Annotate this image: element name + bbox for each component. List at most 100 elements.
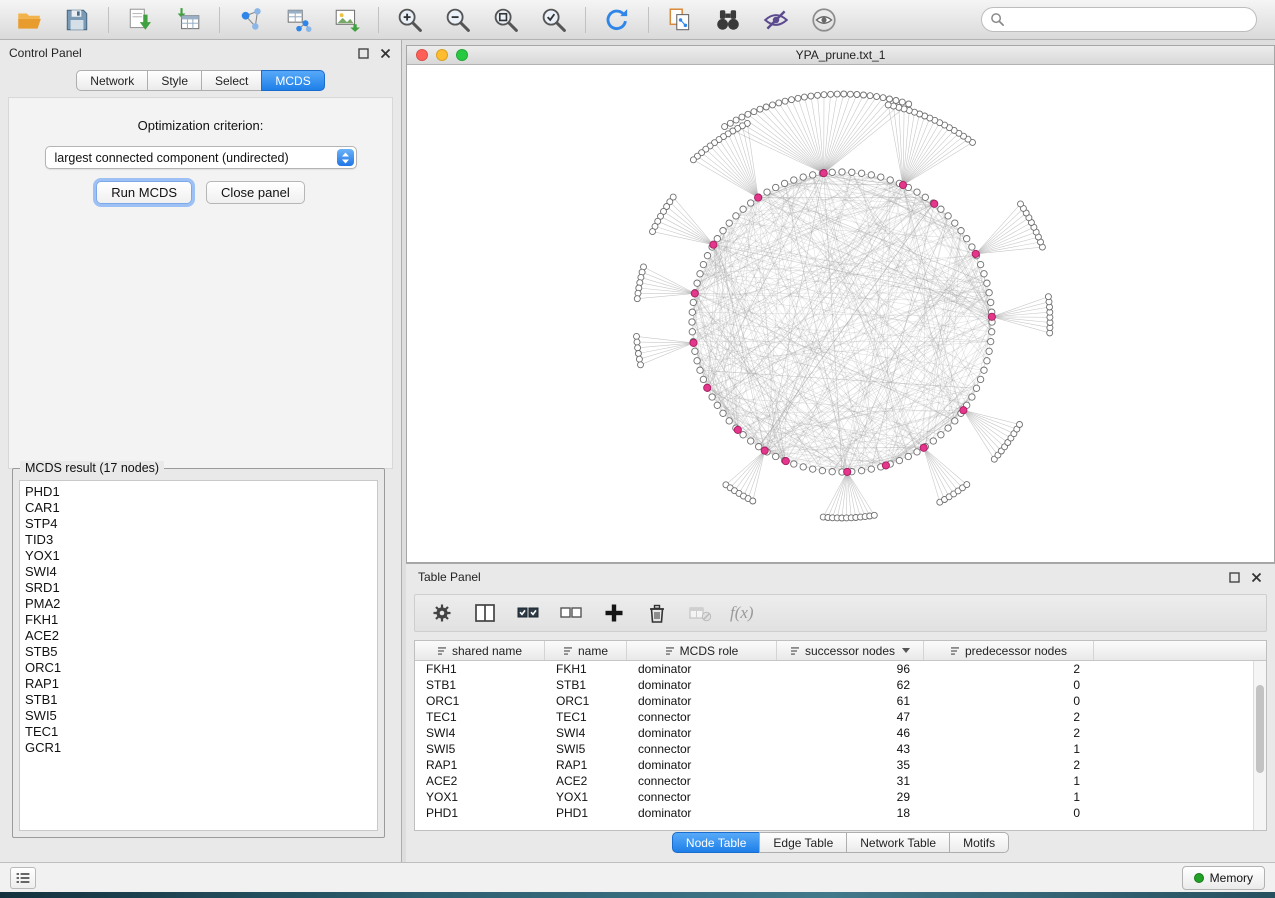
tab-edge-table[interactable]: Edge Table	[759, 832, 847, 853]
table-cell-shared_name: RAP1	[415, 758, 545, 772]
delete-column-button[interactable]	[644, 600, 670, 626]
export-image-button[interactable]	[330, 4, 364, 36]
mcds-result-item[interactable]: TID3	[25, 532, 372, 548]
close-panel-button[interactable]: Close panel	[206, 181, 305, 204]
table-cell-predecessors: 0	[924, 694, 1094, 708]
table-panel-title: Table Panel	[418, 570, 481, 584]
run-mcds-button[interactable]: Run MCDS	[96, 181, 192, 204]
mcds-result-item[interactable]: ORC1	[25, 660, 372, 676]
column-header-shared-name[interactable]: shared name	[415, 641, 545, 660]
table-cell-role: dominator	[627, 662, 777, 676]
mcds-result-item[interactable]: PMA2	[25, 596, 372, 612]
float-panel-icon[interactable]	[356, 46, 370, 60]
table-cell-successors: 29	[777, 790, 924, 804]
maximize-window-button[interactable]	[456, 49, 468, 61]
table-row[interactable]: PHD1PHD1dominator180	[415, 805, 1266, 821]
table-cell-successors: 96	[777, 662, 924, 676]
add-column-button[interactable]	[601, 600, 627, 626]
mcds-result-item[interactable]: STP4	[25, 516, 372, 532]
table-cell-successors: 43	[777, 742, 924, 756]
zoom-fit-button[interactable]	[489, 4, 523, 36]
table-row[interactable]: ACE2ACE2connector311	[415, 773, 1266, 789]
mcds-result-list[interactable]: PHD1CAR1STP4TID3YOX1SWI4SRD1PMA2FKH1ACE2…	[19, 480, 378, 831]
mcds-result-item[interactable]: SWI5	[25, 708, 372, 724]
table-row[interactable]: STB1STB1dominator620	[415, 677, 1266, 693]
table-cell-name: PHD1	[545, 806, 627, 820]
float-table-panel-icon[interactable]	[1227, 570, 1241, 584]
table-row[interactable]: RAP1RAP1dominator352	[415, 757, 1266, 773]
import-table-button[interactable]	[171, 4, 205, 36]
table-row[interactable]: ORC1ORC1dominator610	[415, 693, 1266, 709]
zoom-selected-button[interactable]	[537, 4, 571, 36]
mcds-result-item[interactable]: ACE2	[25, 628, 372, 644]
column-header-predecessor-nodes[interactable]: predecessor nodes	[924, 641, 1094, 660]
save-session-button[interactable]	[60, 4, 94, 36]
mcds-result-item[interactable]: PHD1	[25, 484, 372, 500]
criterion-dropdown[interactable]: largest connected component (undirected)	[45, 146, 357, 169]
open-session-button[interactable]	[12, 4, 46, 36]
table-cell-name: FKH1	[545, 662, 627, 676]
right-column: YPA_prune.txt_1 Table Panel	[406, 40, 1275, 862]
table-cell-predecessors: 1	[924, 742, 1094, 756]
deselect-all-rows-button[interactable]	[558, 600, 584, 626]
mcds-result-item[interactable]: TEC1	[25, 724, 372, 740]
copy-network-button[interactable]	[663, 4, 697, 36]
table-row[interactable]: TEC1TEC1connector472	[415, 709, 1266, 725]
mcds-result-item[interactable]: YOX1	[25, 548, 372, 564]
table-row[interactable]: SWI5SWI5connector431	[415, 741, 1266, 757]
hide-graphics-button[interactable]	[759, 4, 793, 36]
show-graphics-button[interactable]	[807, 4, 841, 36]
import-network-button[interactable]	[123, 4, 157, 36]
network-from-table-button[interactable]	[282, 4, 316, 36]
table-settings-button[interactable]	[429, 600, 455, 626]
search-network-button[interactable]	[711, 4, 745, 36]
tab-select[interactable]: Select	[201, 70, 262, 91]
mcds-result-item[interactable]: GCR1	[25, 740, 372, 756]
zoom-in-button[interactable]	[393, 4, 427, 36]
table-cell-name: YOX1	[545, 790, 627, 804]
table-cell-role: dominator	[627, 806, 777, 820]
scrollbar-thumb[interactable]	[1256, 685, 1264, 773]
close-table-panel-icon[interactable]	[1249, 570, 1263, 584]
column-label: MCDS role	[680, 644, 739, 658]
select-all-rows-button[interactable]	[515, 600, 541, 626]
tab-node-table[interactable]: Node Table	[672, 832, 761, 853]
show-panels-button[interactable]	[10, 867, 36, 889]
new-network-button[interactable]	[234, 4, 268, 36]
tab-motifs[interactable]: Motifs	[949, 832, 1009, 853]
mcds-result-item[interactable]: CAR1	[25, 500, 372, 516]
memory-button[interactable]: Memory	[1182, 866, 1265, 890]
mcds-result-item[interactable]: FKH1	[25, 612, 372, 628]
tab-style[interactable]: Style	[147, 70, 202, 91]
table-toolbar: f(x)	[414, 594, 1267, 632]
table-row[interactable]: FKH1FKH1dominator962	[415, 661, 1266, 677]
column-header-mcds-role[interactable]: MCDS role	[627, 641, 777, 660]
table-scrollbar[interactable]	[1253, 661, 1266, 830]
table-cell-predecessors: 2	[924, 662, 1094, 676]
table-row[interactable]: SWI4SWI4dominator462	[415, 725, 1266, 741]
table-cell-predecessors: 0	[924, 806, 1094, 820]
close-panel-icon[interactable]	[378, 46, 392, 60]
mcds-result-item[interactable]: SRD1	[25, 580, 372, 596]
table-cell-name: ACE2	[545, 774, 627, 788]
minimize-window-button[interactable]	[436, 49, 448, 61]
refresh-layout-button[interactable]	[600, 4, 634, 36]
close-window-button[interactable]	[416, 49, 428, 61]
mcds-result-item[interactable]: STB1	[25, 692, 372, 708]
tab-mcds[interactable]: MCDS	[261, 70, 324, 91]
search-input[interactable]	[981, 7, 1257, 32]
deselect-all-icon	[559, 602, 583, 624]
mcds-result-item[interactable]: SWI4	[25, 564, 372, 580]
mcds-result-item[interactable]: STB5	[25, 644, 372, 660]
table-row[interactable]: YOX1YOX1connector291	[415, 789, 1266, 805]
zoom-in-icon	[395, 5, 425, 35]
zoom-out-button[interactable]	[441, 4, 475, 36]
table-cell-predecessors: 2	[924, 758, 1094, 772]
column-header-name[interactable]: name	[545, 641, 627, 660]
tab-network-table[interactable]: Network Table	[846, 832, 950, 853]
show-columns-button[interactable]	[472, 600, 498, 626]
network-canvas[interactable]	[407, 66, 1274, 562]
column-header-successor-nodes[interactable]: successor nodes	[777, 641, 924, 660]
mcds-result-item[interactable]: RAP1	[25, 676, 372, 692]
tab-network[interactable]: Network	[76, 70, 148, 91]
